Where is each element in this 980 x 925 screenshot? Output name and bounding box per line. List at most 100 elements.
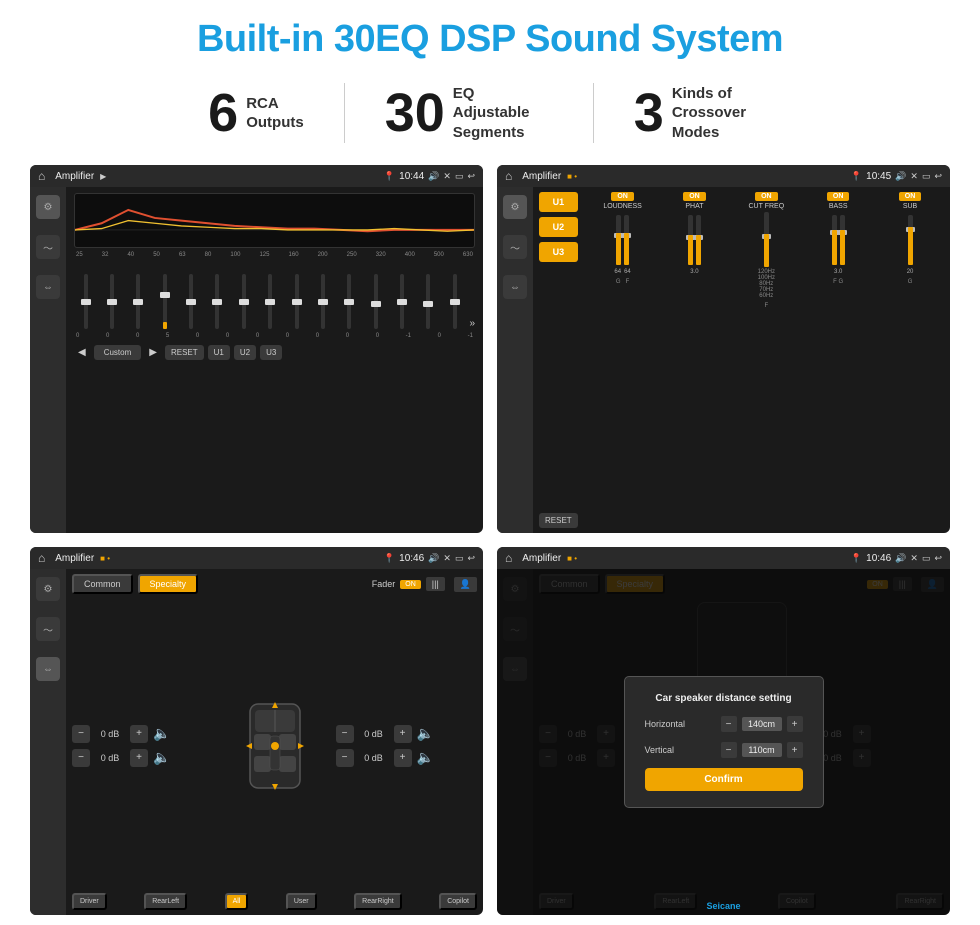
fader-all-btn[interactable]: All: [225, 893, 249, 910]
eq-reset-btn[interactable]: RESET: [165, 345, 204, 360]
eq-sidebar-wave-icon[interactable]: 〜: [36, 235, 60, 259]
eq-u2-btn[interactable]: U2: [234, 345, 256, 360]
eq-custom-label: Custom: [94, 345, 142, 360]
fader-home-icon[interactable]: ⌂: [38, 551, 45, 565]
amp-back-icon[interactable]: ↩: [934, 171, 942, 182]
eq-slider-11[interactable]: [338, 274, 361, 329]
amp-module-bass: ON BASS 3.0 F G: [804, 192, 872, 528]
eq-slider-5[interactable]: [179, 274, 202, 329]
bass-toggle[interactable]: ON: [827, 192, 850, 201]
page-container: Built-in 30EQ DSP Sound System 6 RCAOutp…: [0, 0, 980, 925]
stat-eq: 30 EQ AdjustableSegments: [345, 84, 593, 143]
fader-back-icon[interactable]: ↩: [467, 553, 475, 564]
phat-slider-1[interactable]: [688, 215, 693, 265]
eq-slider-8[interactable]: [259, 274, 282, 329]
eq-slider-12[interactable]: [364, 274, 387, 329]
loudness-values: 64 64: [614, 269, 630, 275]
eq-u3-btn[interactable]: U3: [260, 345, 282, 360]
fader-sidebar-arrows-icon[interactable]: ⇔: [36, 657, 60, 681]
screen-fader: ⌂ Amplifier ■ • 📍 10:46 🔊 ✕ ▭ ↩ ⚙ 〜 ⇔: [30, 547, 483, 915]
fader-bl-minus[interactable]: −: [72, 749, 90, 767]
cutfreq-toggle[interactable]: ON: [755, 192, 778, 201]
eq-x-icon[interactable]: ✕: [443, 171, 451, 182]
amp-x-icon[interactable]: ✕: [910, 171, 918, 182]
amp-preset-u3[interactable]: U3: [539, 242, 578, 262]
phat-slider-2[interactable]: [696, 215, 701, 265]
sub-toggle[interactable]: ON: [899, 192, 922, 201]
fader-tr-minus[interactable]: −: [336, 725, 354, 743]
phat-toggle[interactable]: ON: [683, 192, 706, 201]
phat-sliders: [688, 212, 701, 267]
fader-tab-common[interactable]: Common: [72, 574, 133, 594]
eq-slider-10[interactable]: [311, 274, 334, 329]
fader-tr-plus[interactable]: +: [394, 725, 412, 743]
dialog-home-icon[interactable]: ⌂: [505, 551, 512, 565]
seicane-watermark: Seicane: [706, 901, 740, 911]
dialog-x-icon[interactable]: ✕: [910, 553, 918, 564]
more-icon[interactable]: »: [469, 318, 475, 329]
fader-br-minus[interactable]: −: [336, 749, 354, 767]
eq-slider-13[interactable]: [390, 274, 413, 329]
dialog-vertical-plus[interactable]: +: [787, 742, 803, 758]
fader-bl-plus[interactable]: +: [130, 749, 148, 767]
fader-tab-specialty[interactable]: Specialty: [138, 574, 199, 594]
amp-preset-u1[interactable]: U1: [539, 192, 578, 212]
fader-tl-minus[interactable]: −: [72, 725, 90, 743]
cutfreq-sliders: [764, 212, 769, 267]
fader-br-plus[interactable]: +: [394, 749, 412, 767]
eq-home-icon[interactable]: ⌂: [38, 169, 45, 183]
eq-slider-15[interactable]: [443, 274, 466, 329]
eq-slider-6[interactable]: [206, 274, 229, 329]
stats-row: 6 RCAOutputs 30 EQ AdjustableSegments 3 …: [30, 83, 950, 143]
fader-user-icon[interactable]: 👤: [454, 577, 477, 592]
loudness-slider-2[interactable]: [624, 215, 629, 265]
dialog-vol-icon: 🔊: [895, 553, 906, 564]
fader-sidebar-wave-icon[interactable]: 〜: [36, 617, 60, 641]
fader-rearright-btn[interactable]: RearRight: [354, 893, 402, 910]
loudness-toggle[interactable]: ON: [611, 192, 634, 201]
amp-home-icon[interactable]: ⌂: [505, 169, 512, 183]
eq-sidebar-eq-icon[interactable]: ⚙: [36, 195, 60, 219]
bass-slider-2[interactable]: [840, 215, 845, 265]
fader-tl-row: − 0 dB + 🔈: [72, 725, 214, 743]
amp-sidebar-wave-icon[interactable]: 〜: [503, 235, 527, 259]
fader-driver-btn[interactable]: Driver: [72, 893, 107, 910]
dialog-back-icon[interactable]: ↩: [934, 553, 942, 564]
amp-sidebar-eq-icon[interactable]: ⚙: [503, 195, 527, 219]
eq-play-icon: ▶: [100, 172, 106, 181]
dialog-confirm-btn[interactable]: Confirm: [645, 768, 803, 791]
fader-screen-content: ⚙ 〜 ⇔ Common Specialty Fader ON ||| 👤: [30, 569, 483, 915]
screens-grid: ⌂ Amplifier ▶ 📍 10:44 🔊 ✕ ▭ ↩ ⚙ 〜 ⇔: [30, 165, 950, 915]
fader-bl-val: 0 dB: [95, 753, 125, 763]
amp-preset-u2[interactable]: U2: [539, 217, 578, 237]
bass-slider-1[interactable]: [832, 215, 837, 265]
dialog-horizontal-minus[interactable]: −: [721, 716, 737, 732]
eq-u1-btn[interactable]: U1: [208, 345, 230, 360]
eq-slider-4[interactable]: [153, 274, 176, 329]
eq-slider-14[interactable]: [417, 274, 440, 329]
eq-slider-9[interactable]: [285, 274, 308, 329]
fader-sidebar-eq-icon[interactable]: ⚙: [36, 577, 60, 601]
eq-prev-arrow[interactable]: ◀: [74, 347, 90, 358]
eq-sidebar-arrows-icon[interactable]: ⇔: [36, 275, 60, 299]
amp-sidebar-arrows-icon[interactable]: ⇔: [503, 275, 527, 299]
eq-back-icon[interactable]: ↩: [467, 171, 475, 182]
eq-next-arrow[interactable]: ▶: [145, 347, 161, 358]
fader-x-icon[interactable]: ✕: [443, 553, 451, 564]
loudness-slider-1[interactable]: [616, 215, 621, 265]
dialog-horizontal-plus[interactable]: +: [787, 716, 803, 732]
dialog-overlay: Car speaker distance setting Horizontal …: [497, 569, 950, 915]
eq-slider-1[interactable]: [74, 274, 97, 329]
eq-slider-3[interactable]: [127, 274, 150, 329]
eq-slider-7[interactable]: [232, 274, 255, 329]
dialog-vertical-minus[interactable]: −: [721, 742, 737, 758]
eq-slider-2[interactable]: [100, 274, 123, 329]
fader-tl-plus[interactable]: +: [130, 725, 148, 743]
fader-user-btn[interactable]: User: [286, 893, 317, 910]
amp-reset-btn[interactable]: RESET: [539, 513, 578, 528]
sub-slider-1[interactable]: [908, 215, 913, 265]
cutfreq-slider-1[interactable]: [764, 212, 769, 267]
fader-copilot-btn[interactable]: Copilot: [439, 893, 477, 910]
fader-rearleft-btn[interactable]: RearLeft: [144, 893, 187, 910]
fader-status-icons: 📍 10:46 🔊 ✕ ▭ ↩: [384, 553, 475, 564]
